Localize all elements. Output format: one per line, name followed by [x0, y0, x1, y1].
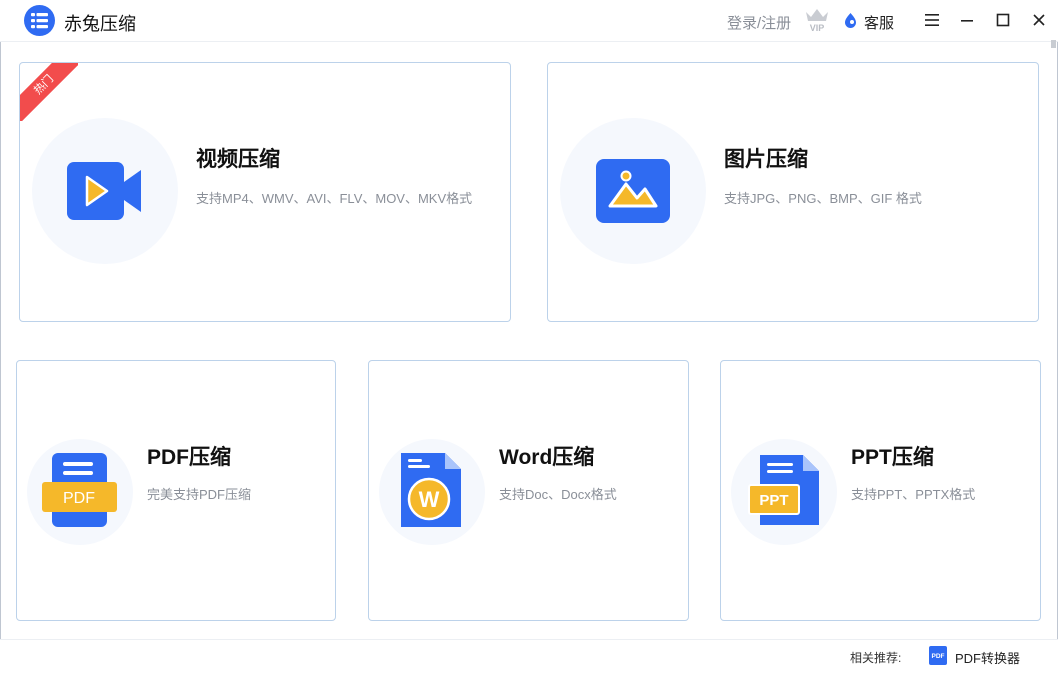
app-title: 赤兔压缩 — [64, 14, 136, 34]
hot-badge: 热门 — [20, 63, 78, 121]
card-title: 视频压缩 — [196, 148, 280, 171]
vip-label: VIP — [810, 23, 825, 33]
customer-service-icon[interactable] — [843, 12, 858, 29]
card-description: 支持MP4、WMV、AVI、FLV、MOV、MKV格式 — [196, 191, 473, 206]
image-compress-card[interactable]: 图片压缩 支持JPG、PNG、BMP、GIF 格式 — [547, 62, 1039, 322]
card-title: 图片压缩 — [724, 148, 808, 171]
video-icon — [67, 162, 141, 220]
card-title: PPT压缩 — [851, 446, 934, 469]
card-description: 支持Doc、Docx格式 — [499, 487, 617, 502]
menu-icon[interactable] — [923, 11, 941, 29]
card-description: 完美支持PDF压缩 — [147, 487, 252, 502]
pdf-file-icon: PDF — [42, 453, 117, 527]
scrollbar-thumb[interactable] — [1051, 40, 1056, 48]
maximize-icon[interactable] — [994, 11, 1012, 29]
pdf-converter-link[interactable]: PDF转换器 — [955, 648, 1020, 667]
ppt-icon-label: PPT — [759, 492, 788, 509]
ppt-file-icon: PPT — [748, 455, 819, 525]
word-compress-card[interactable]: W Word压缩 支持Doc、Docx格式 — [368, 360, 689, 621]
recommend-label: 相关推荐: — [850, 651, 902, 665]
ppt-compress-card[interactable]: PPT PPT压缩 支持PPT、PPTX格式 — [720, 360, 1041, 621]
word-icon-label: W — [419, 487, 440, 512]
pdf-icon-label: PDF — [63, 490, 95, 507]
footer-bar: 相关推荐: PDF PDF转换器 — [0, 639, 1058, 675]
word-file-icon: W — [401, 453, 461, 527]
pdf-converter-icon[interactable]: PDF — [929, 646, 947, 665]
pdf-compress-card[interactable]: PDF PDF压缩 完美支持PDF压缩 — [16, 360, 336, 621]
card-title: PDF压缩 — [147, 446, 231, 469]
vip-crown-icon[interactable]: VIP — [803, 6, 831, 34]
login-register-link[interactable]: 登录/注册 — [727, 12, 791, 33]
card-description: 支持JPG、PNG、BMP、GIF 格式 — [724, 191, 922, 206]
customer-service-link[interactable]: 客服 — [864, 12, 894, 33]
card-description: 支持PPT、PPTX格式 — [851, 487, 976, 502]
card-title: Word压缩 — [499, 446, 595, 469]
close-icon[interactable] — [1030, 11, 1048, 29]
title-bar: 赤兔压缩 登录/注册 VIP 客服 — [0, 0, 1058, 42]
app-logo-icon — [24, 5, 55, 36]
minimize-icon[interactable] — [958, 11, 976, 29]
pdf-converter-icon-label: PDF — [932, 653, 945, 660]
video-compress-card[interactable]: 视频压缩 支持MP4、WMV、AVI、FLV、MOV、MKV格式 热门 — [19, 62, 511, 322]
image-icon — [596, 159, 670, 223]
hot-badge-label: 热门 — [31, 72, 57, 98]
